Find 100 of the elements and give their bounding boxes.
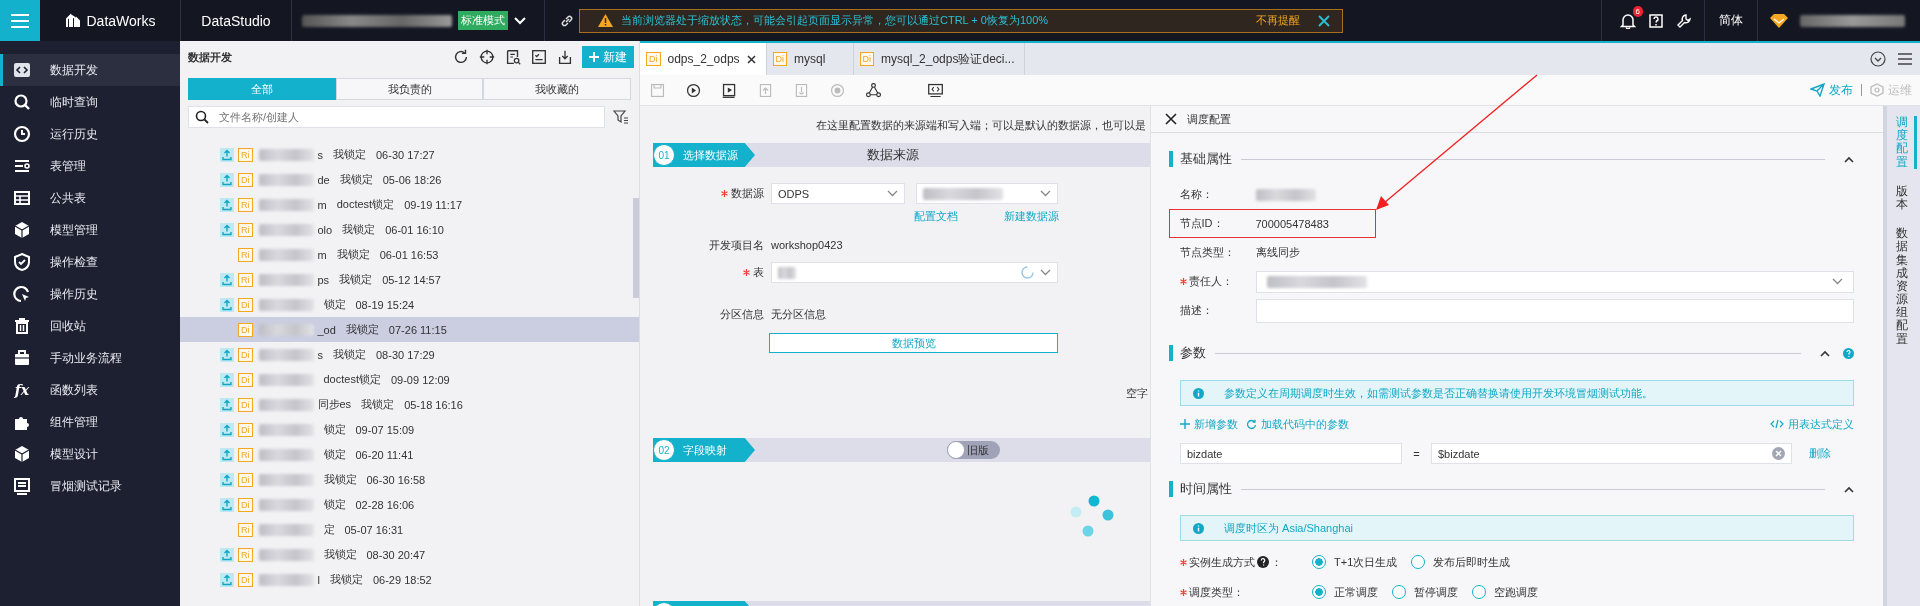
datasource-select[interactable]: ODPS	[771, 183, 905, 204]
wrench-icon[interactable]	[1676, 12, 1692, 29]
node-type-badge: Di	[238, 297, 253, 312]
sidebar-item[interactable]: 操作检查	[0, 246, 180, 278]
radio-option[interactable]: 发布后即时生成	[1411, 554, 1511, 570]
sidebar-item[interactable]: 手动业务流程	[0, 342, 180, 374]
help-icon[interactable]	[1257, 556, 1269, 568]
lock-owner: 我锁定	[333, 347, 366, 362]
product-logo[interactable]: DataWorks	[86, 12, 156, 29]
radio-option[interactable]: T+1次日生成	[1312, 554, 1398, 570]
refresh-icon[interactable]	[452, 48, 470, 66]
plus-icon	[589, 52, 599, 62]
sidebar-item[interactable]: 临时查询	[0, 86, 180, 118]
document-search-icon[interactable]	[504, 48, 522, 66]
link-icon[interactable]	[560, 13, 574, 28]
close-icon[interactable]	[1318, 14, 1330, 27]
sidebar-item[interactable]: 操作历史	[0, 278, 180, 310]
radio-button[interactable]	[1312, 585, 1326, 599]
notification-badge: 6	[1632, 6, 1643, 17]
sidebar-item[interactable]: 组件管理	[0, 406, 180, 438]
play-window-icon[interactable]	[721, 81, 738, 99]
filter-tab[interactable]: 我负责的	[335, 78, 484, 100]
info-icon	[1193, 387, 1204, 399]
help-icon[interactable]	[1648, 12, 1664, 29]
sidebar-item[interactable]: 模型管理	[0, 214, 180, 246]
collapse-icon[interactable]	[1844, 155, 1854, 163]
sidebar-item[interactable]: fx 函数列表	[0, 374, 180, 406]
sidebar-item[interactable]: 公共表	[0, 182, 180, 214]
radio-button[interactable]	[1411, 555, 1426, 569]
radio-button[interactable]	[1312, 555, 1326, 569]
table-icon	[12, 188, 32, 208]
node-type-badge: Ri	[238, 447, 253, 462]
code-monitor-icon[interactable]	[927, 81, 944, 99]
selected-file-row[interactable]: Di _od 我锁定 07-26 11:15	[180, 317, 639, 342]
radio-button[interactable]	[1392, 585, 1406, 599]
info-text: 参数定义在周期调度时生效，如需测试参数是否正确替换请使用开发环境冒烟测试功能。	[1224, 385, 1653, 401]
chevron-down-icon[interactable]	[514, 16, 526, 25]
description-field[interactable]	[1256, 298, 1854, 323]
file-name[interactable]: 同步es	[317, 397, 352, 412]
loading-icon	[1021, 266, 1034, 279]
sidebar-item[interactable]: 运行历史	[0, 118, 180, 150]
radio-option[interactable]: 暂停调度	[1392, 584, 1458, 600]
close-icon[interactable]	[1165, 113, 1177, 125]
node-type-badge: Di	[646, 52, 661, 66]
lock-owner: 我锁定	[339, 272, 373, 287]
version-toggle[interactable]: 旧版	[947, 441, 1000, 459]
close-icon[interactable]	[746, 54, 756, 64]
editor-tab[interactable]: Di odps_2_odps	[640, 43, 767, 75]
file-name[interactable]: m	[317, 248, 327, 261]
menu-icon[interactable]	[1898, 52, 1912, 66]
file-name[interactable]: ps	[317, 273, 330, 286]
sidebar-item[interactable]: 回收站	[0, 310, 180, 342]
file-name[interactable]: l	[317, 573, 320, 586]
file-name[interactable]: de	[317, 173, 330, 186]
node-type-badge: Ri	[238, 547, 253, 562]
sidebar-item[interactable]: 模型设计	[0, 438, 180, 470]
side-tab[interactable]: 版本	[1896, 184, 1911, 212]
lock-owner: 我锁定	[336, 247, 370, 262]
chevron-circle-icon[interactable]	[1870, 51, 1886, 67]
sidebar-item[interactable]: 数据开发	[0, 54, 180, 86]
file-name[interactable]: s	[317, 348, 323, 361]
collapse-icon[interactable]	[1844, 485, 1854, 493]
search-field[interactable]: 文件名称/创建人	[188, 106, 605, 128]
function-icon: fx	[12, 382, 32, 398]
file-name[interactable]: _od	[317, 323, 336, 336]
panel-title: 调度配置	[1187, 111, 1231, 127]
sidebar-item[interactable]: 表管理	[0, 150, 180, 182]
file-name[interactable]: olo	[317, 223, 333, 236]
module-name[interactable]: DataStudio	[201, 12, 271, 29]
field-label: 责任人：	[1189, 274, 1233, 289]
filter-tab[interactable]: 我收藏的	[483, 78, 631, 100]
run-icon[interactable]	[685, 81, 702, 99]
menu-button[interactable]	[0, 0, 40, 41]
diamond-icon[interactable]	[1770, 13, 1788, 28]
sidebar-item[interactable]: 冒烟测试记录	[0, 470, 180, 502]
scrollbar-thumb[interactable]	[633, 198, 639, 298]
step-number: 01	[653, 144, 675, 166]
sidebar-label: 手动业务流程	[50, 349, 122, 367]
collapse-icon[interactable]	[1820, 349, 1830, 357]
radio-button[interactable]	[1472, 585, 1486, 599]
filter-icon[interactable]	[613, 110, 629, 124]
lock-owner: doctest锁定	[336, 197, 395, 212]
node-type-badge: Di	[238, 397, 253, 412]
import-icon[interactable]	[556, 48, 574, 66]
radio-option[interactable]: 空跑调度	[1472, 584, 1538, 600]
language-link[interactable]: 简体	[1717, 12, 1745, 29]
checklist-icon[interactable]	[530, 48, 548, 66]
side-tab[interactable]: 数据集成资源组配置	[1896, 227, 1911, 346]
file-name[interactable]: s	[317, 148, 323, 161]
parameter-value-field[interactable]: $bizdate	[1431, 443, 1792, 464]
lock-owner: 我锁定	[329, 572, 363, 587]
target-icon[interactable]	[478, 48, 496, 66]
parameter-name-field[interactable]: bizdate	[1180, 443, 1402, 464]
radio-option[interactable]: 正常调度	[1312, 584, 1378, 600]
file-name[interactable]: m	[317, 198, 327, 211]
dismiss-link[interactable]: 不再提醒	[1256, 13, 1300, 28]
bell-icon[interactable]	[1620, 12, 1636, 29]
file-time: 08-30 17:29	[376, 348, 435, 361]
info-text: 调度时区为 Asia/Shanghai	[1224, 520, 1353, 536]
nodes-icon[interactable]	[865, 81, 882, 99]
